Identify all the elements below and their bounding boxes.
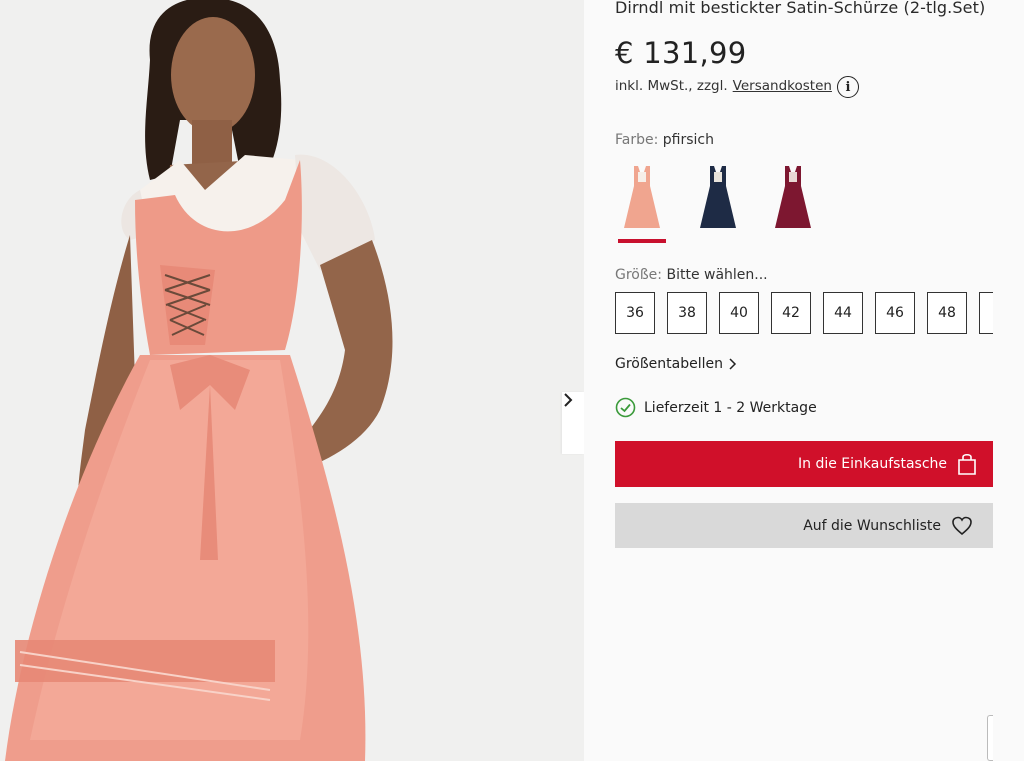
size-option-50[interactable]: 5 <box>979 292 993 334</box>
size-option-36[interactable]: 36 <box>615 292 655 334</box>
shipping-costs-link[interactable]: Versandkosten <box>733 78 832 94</box>
color-swatch-navy[interactable] <box>692 160 742 238</box>
model-photo <box>0 0 584 761</box>
product-image <box>0 0 584 761</box>
info-icon[interactable]: i <box>837 76 859 98</box>
add-to-wishlist-button[interactable]: Auf die Wunschliste <box>615 503 993 548</box>
chevron-right-icon <box>729 358 737 370</box>
heart-icon <box>952 516 972 535</box>
size-selector: 36 38 40 42 44 46 48 5 <box>615 292 993 334</box>
dress-thumbnail-bordeaux <box>775 166 811 228</box>
size-option-40[interactable]: 40 <box>719 292 759 334</box>
size-table-label: Größentabellen <box>615 356 724 372</box>
product-detail-panel: Dirndl mit bestickter Satin-Schürze (2-t… <box>584 0 1024 761</box>
feedback-tab[interactable] <box>987 715 993 761</box>
add-to-cart-label: In die Einkaufstasche <box>798 456 947 472</box>
size-option-46[interactable]: 46 <box>875 292 915 334</box>
dress-thumbnail-navy <box>700 166 736 228</box>
color-label: Farbe: pfirsich <box>615 132 714 148</box>
tax-info: inkl. MwSt., zzgl. Versandkosten <box>615 78 832 94</box>
color-swatch-bordeaux[interactable] <box>767 160 817 238</box>
color-swatch-pfirsich[interactable] <box>616 160 666 238</box>
delivery-text: Lieferzeit 1 - 2 Werktage <box>644 399 817 416</box>
size-prompt: Bitte wählen... <box>666 267 768 283</box>
chevron-right-icon <box>564 393 573 407</box>
dress-thumbnail-pfirsich <box>624 166 660 228</box>
selected-swatch-indicator <box>618 239 666 243</box>
size-label-text: Größe: <box>615 267 663 283</box>
next-image-button[interactable] <box>562 392 584 454</box>
size-option-44[interactable]: 44 <box>823 292 863 334</box>
size-label: Größe: Bitte wählen... <box>615 267 768 283</box>
check-circle-icon <box>615 397 636 418</box>
selected-color: pfirsich <box>662 132 714 148</box>
add-to-cart-button[interactable]: In die Einkaufstasche <box>615 441 993 487</box>
product-title: Dirndl mit bestickter Satin-Schürze (2-t… <box>615 0 986 17</box>
color-label-text: Farbe: <box>615 132 659 148</box>
shopping-bag-icon <box>958 453 976 475</box>
size-option-48[interactable]: 48 <box>927 292 967 334</box>
product-price: € 131,99 <box>615 36 747 70</box>
size-option-42[interactable]: 42 <box>771 292 811 334</box>
tax-text: inkl. MwSt., zzgl. <box>615 78 728 94</box>
size-table-link[interactable]: Größentabellen <box>615 356 739 372</box>
wishlist-label: Auf die Wunschliste <box>803 517 941 534</box>
size-option-38[interactable]: 38 <box>667 292 707 334</box>
delivery-info: Lieferzeit 1 - 2 Werktage <box>615 397 817 418</box>
